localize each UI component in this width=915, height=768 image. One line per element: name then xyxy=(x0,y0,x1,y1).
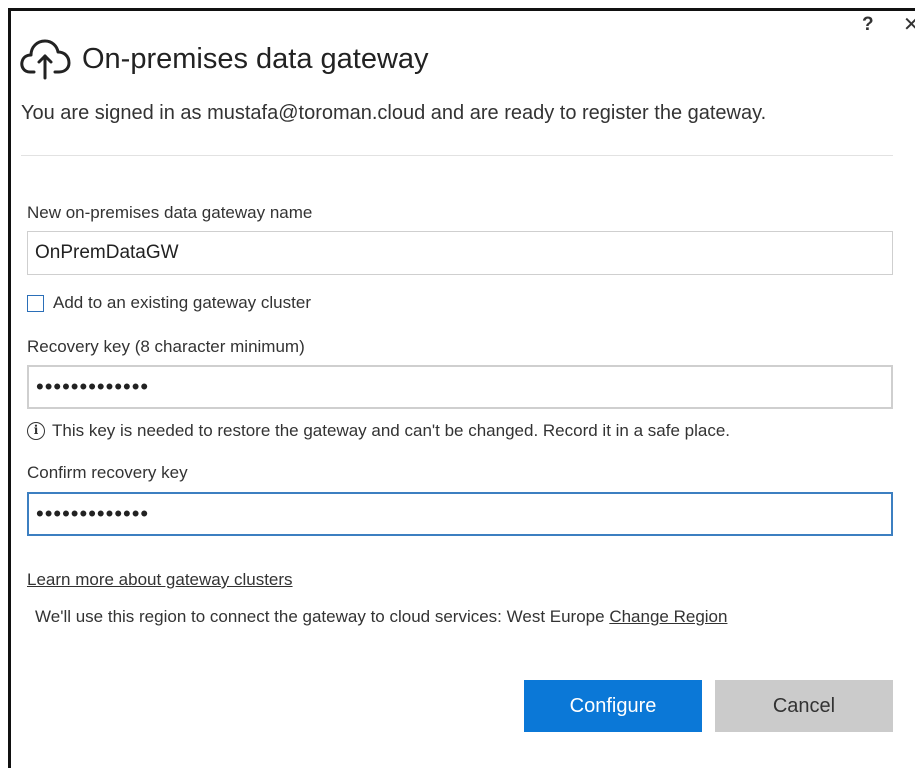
info-text: This key is needed to restore the gatewa… xyxy=(52,421,730,440)
cloud-upload-icon xyxy=(20,39,71,80)
cancel-button[interactable]: Cancel xyxy=(715,680,893,732)
cluster-checkbox[interactable] xyxy=(27,294,44,312)
region-text: We'll use this region to connect the gat… xyxy=(35,607,610,626)
recovery-key-info: i This key is needed to restore the gate… xyxy=(27,421,730,441)
learn-more-link[interactable]: Learn more about gateway clusters xyxy=(27,570,293,590)
help-button[interactable]: ? xyxy=(862,14,874,36)
recovery-key-input[interactable] xyxy=(27,365,893,409)
close-button[interactable]: ✕ xyxy=(903,12,915,37)
recovery-key-label: Recovery key (8 character minimum) xyxy=(27,337,305,356)
cluster-checkbox-label: Add to an existing gateway cluster xyxy=(53,293,311,312)
confirm-key-label: Confirm recovery key xyxy=(27,463,188,482)
divider xyxy=(21,155,893,156)
confirm-key-input[interactable] xyxy=(27,492,893,536)
gateway-name-input[interactable] xyxy=(27,231,893,275)
change-region-link[interactable]: Change Region xyxy=(609,607,727,626)
signed-in-message: You are signed in as mustafa@toroman.clo… xyxy=(21,102,767,124)
cluster-checkbox-row[interactable]: Add to an existing gateway cluster xyxy=(27,293,311,313)
gateway-name-label: New on-premises data gateway name xyxy=(27,203,313,222)
configure-button[interactable]: Configure xyxy=(524,680,702,732)
info-icon: i xyxy=(27,422,45,440)
dialog-title: On-premises data gateway xyxy=(82,43,429,75)
region-info: We'll use this region to connect the gat… xyxy=(35,607,727,627)
